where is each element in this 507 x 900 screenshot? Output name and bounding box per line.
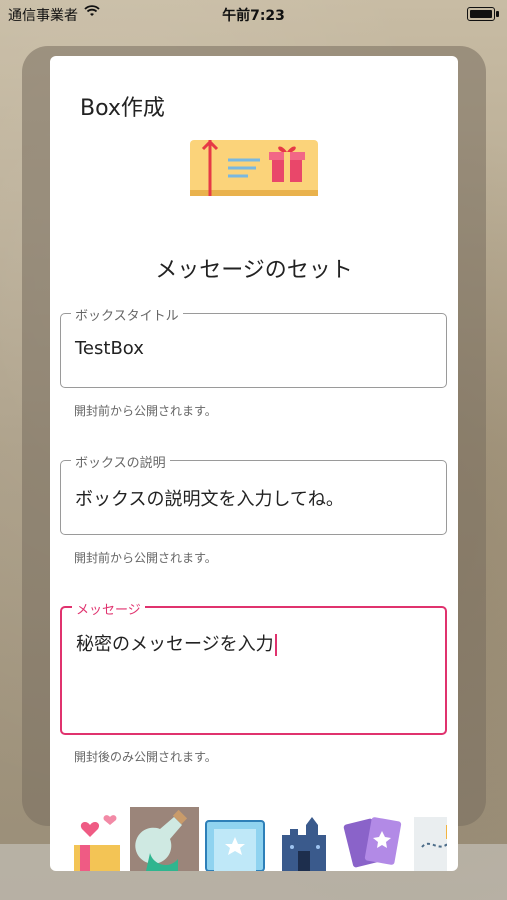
box-description-value[interactable]: ボックスの説明文を入力してね。: [75, 485, 344, 511]
message-value: 秘密のメッセージを入力: [76, 634, 274, 655]
hearts-gift-icon[interactable]: [60, 807, 129, 871]
message-field[interactable]: メッセージ 秘密のメッセージを入力: [60, 599, 447, 735]
gift-ticket-icon: [190, 140, 318, 196]
message-input[interactable]: 秘密のメッセージを入力: [76, 630, 277, 656]
box-title-label: ボックスタイトル: [71, 305, 183, 324]
potion-bottle-icon[interactable]: [130, 807, 199, 871]
message-helper: 開封後のみ公開されます。: [74, 750, 217, 764]
text-caret: [274, 634, 277, 656]
box-description-helper: 開封前から公開されます。: [74, 551, 217, 565]
ticket-icon[interactable]: [200, 807, 269, 871]
box-create-dialog: Box作成 メッセージのセット ボックスタイトル TestBox 開封前から公開…: [50, 56, 458, 871]
message-label: メッセージ: [72, 599, 145, 618]
design-thumbnails: [60, 807, 447, 871]
box-title-field[interactable]: ボックスタイトル TestBox: [60, 305, 447, 388]
castle-icon[interactable]: [270, 807, 339, 871]
box-description-field[interactable]: ボックスの説明 ボックスの説明文を入力してね。: [60, 452, 447, 535]
magic-cards-icon[interactable]: [340, 807, 409, 871]
status-bar: 通信事業者 午前7:23: [0, 0, 507, 26]
battery-icon: [467, 7, 499, 21]
section-title: メッセージのセット: [155, 258, 353, 283]
box-title-helper: 開封前から公開されます。: [74, 404, 217, 418]
box-description-label: ボックスの説明: [71, 452, 170, 471]
clock: 午前7:23: [222, 8, 285, 24]
dialog-title: Box作成: [80, 96, 165, 121]
box-title-value[interactable]: TestBox: [75, 338, 144, 359]
treasure-map-icon[interactable]: [410, 807, 447, 871]
